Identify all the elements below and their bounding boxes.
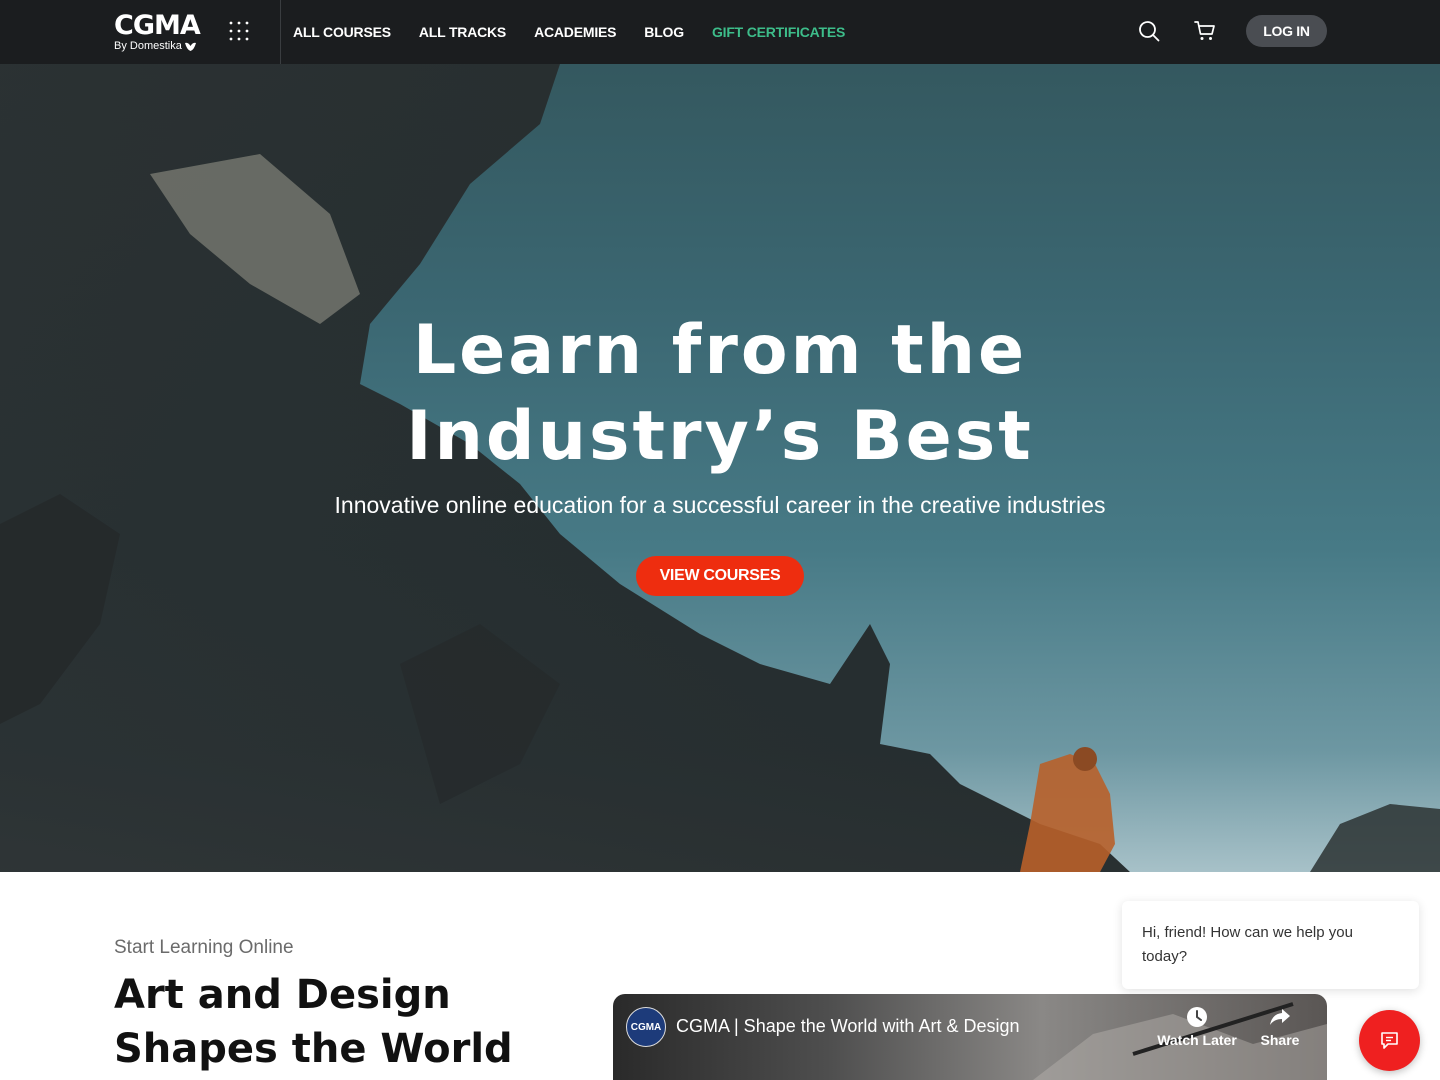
top-nav: CGMA By Domestika ALL COURSES ALL TRACKS… bbox=[0, 0, 1440, 64]
section-eyebrow: Start Learning Online bbox=[114, 937, 294, 958]
view-courses-button[interactable]: VIEW COURSES bbox=[636, 556, 804, 596]
hero-title-line1: Learn from the bbox=[412, 311, 1028, 390]
domestika-bird-icon bbox=[184, 42, 196, 51]
hero-title-line2: Industry’s Best bbox=[406, 397, 1034, 476]
nav-all-courses[interactable]: ALL COURSES bbox=[293, 24, 391, 40]
main-menu: ALL COURSES ALL TRACKS ACADEMIES BLOG GI… bbox=[293, 0, 873, 64]
cgma-logo[interactable]: CGMA By Domestika bbox=[114, 12, 210, 54]
search-icon[interactable] bbox=[1138, 20, 1160, 42]
apps-grid-icon[interactable] bbox=[229, 21, 249, 41]
hero-subtitle: Innovative online education for a succes… bbox=[334, 492, 1106, 518]
logo-sub-text: By Domestika bbox=[114, 40, 182, 52]
chat-launcher-button[interactable] bbox=[1359, 1010, 1420, 1071]
watch-later-button[interactable]: Watch Later bbox=[1157, 1006, 1237, 1048]
hero-title: Learn from the Industry’s Best bbox=[0, 308, 1440, 480]
nav-divider bbox=[280, 0, 281, 64]
share-arrow-icon bbox=[1270, 1009, 1290, 1025]
video-player[interactable]: CGMA CGMA | Shape the World with Art & D… bbox=[613, 994, 1327, 1080]
video-title[interactable]: CGMA | Shape the World with Art & Design bbox=[676, 1016, 1020, 1037]
clock-icon bbox=[1187, 1007, 1207, 1027]
chat-greeting-bubble[interactable]: Hi, friend! How can we help you today? bbox=[1122, 901, 1419, 989]
nav-academies[interactable]: ACADEMIES bbox=[534, 24, 616, 40]
logo-subtitle: By Domestika bbox=[114, 40, 210, 52]
nav-all-tracks[interactable]: ALL TRACKS bbox=[419, 24, 506, 40]
nav-blog[interactable]: BLOG bbox=[644, 24, 684, 40]
chat-icon bbox=[1381, 1032, 1398, 1049]
cart-icon[interactable] bbox=[1194, 20, 1216, 42]
channel-avatar[interactable]: CGMA bbox=[626, 1007, 666, 1047]
watch-later-label: Watch Later bbox=[1157, 1032, 1237, 1048]
logo-text: CGMA bbox=[114, 10, 201, 41]
nav-gift-certificates[interactable]: GIFT CERTIFICATES bbox=[712, 24, 845, 40]
login-button[interactable]: LOG IN bbox=[1246, 15, 1327, 47]
share-button[interactable]: Share bbox=[1240, 1006, 1320, 1048]
share-label: Share bbox=[1260, 1032, 1300, 1048]
hero-banner: Learn from the Industry’s Best Innovativ… bbox=[0, 64, 1440, 872]
section-title: Art and Design Shapes the World bbox=[114, 972, 513, 1072]
